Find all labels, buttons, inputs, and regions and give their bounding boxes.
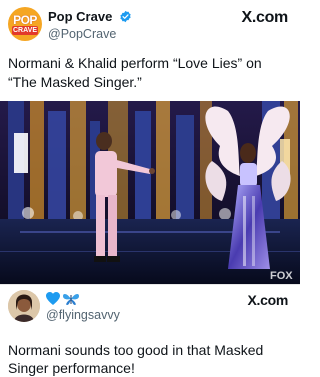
author-block: Pop Crave @PopCrave bbox=[48, 8, 132, 42]
avatar-logo-subtext: CRAVE bbox=[12, 26, 38, 35]
handle[interactable]: @PopCrave bbox=[48, 26, 132, 42]
display-name-emojis bbox=[46, 292, 79, 305]
post-header: POP CRAVE Pop Crave @PopCrave X.com bbox=[8, 7, 292, 41]
avatar[interactable]: POP CRAVE bbox=[8, 7, 42, 41]
blue-heart-icon bbox=[46, 292, 60, 305]
reply-display-name[interactable] bbox=[46, 292, 80, 306]
post-text: Normani & Khalid perform “Love Lies” on … bbox=[8, 55, 262, 90]
post-media-image[interactable]: FOX bbox=[0, 101, 300, 284]
reply-handle[interactable]: @flyingsavvy bbox=[46, 308, 120, 323]
display-name[interactable]: Pop Crave bbox=[48, 9, 112, 25]
reply-text: Normani sounds too good in that Masked S… bbox=[8, 342, 264, 376]
butterfly-icon bbox=[63, 294, 79, 305]
profile-photo bbox=[8, 290, 40, 322]
fox-watermark: FOX bbox=[270, 270, 293, 282]
avatar-logo-text: POP bbox=[13, 13, 37, 27]
stage-performance-image: FOX bbox=[0, 101, 300, 284]
x-brand-logo: X.com bbox=[241, 9, 288, 26]
divider bbox=[0, 284, 300, 285]
reply-header: @flyingsavvy X.com bbox=[8, 289, 292, 323]
verified-badge-icon bbox=[120, 11, 131, 23]
avatar[interactable] bbox=[8, 290, 40, 322]
x-brand-logo: X.com bbox=[247, 292, 288, 308]
